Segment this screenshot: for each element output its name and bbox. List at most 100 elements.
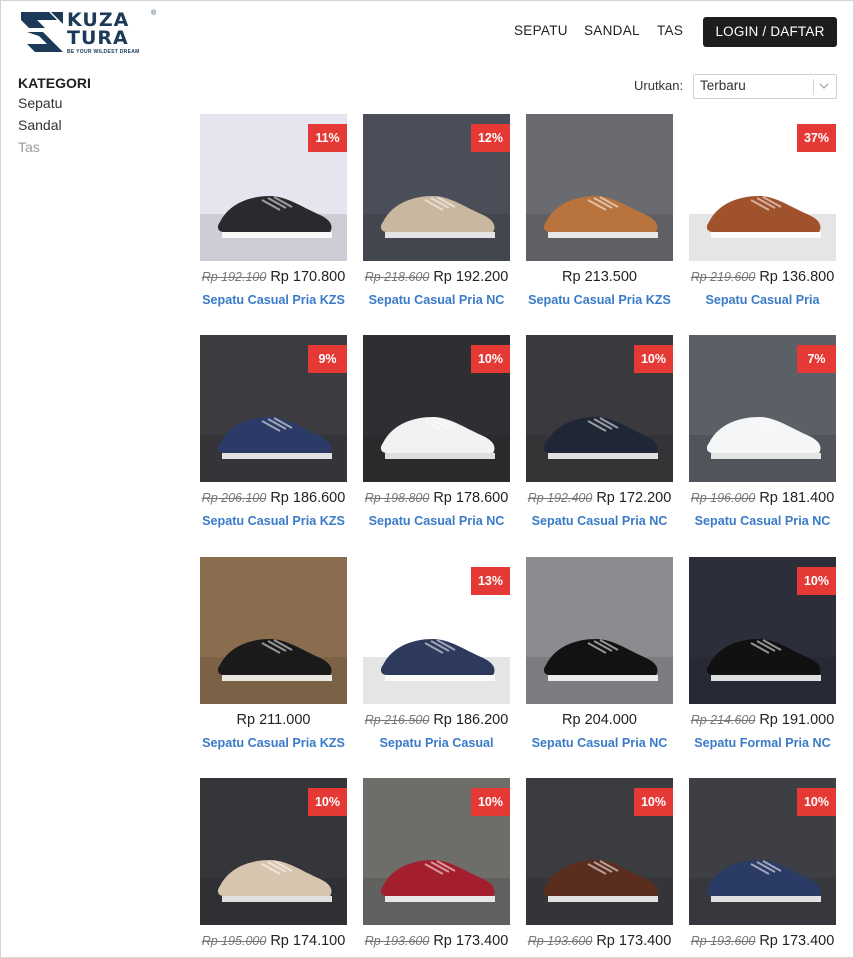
product-card[interactable]: 10% Rp 193.600 Rp 173.400 — [689, 778, 836, 949]
product-card[interactable]: 37% Rp 219.600 Rp 136.800 Sepatu Casual Pri… — [689, 114, 836, 307]
nav-link-sandal[interactable]: SANDAL — [584, 23, 640, 38]
original-price: Rp 195.000 — [201, 934, 267, 948]
product-card[interactable]: 12% Rp 218.600 Rp 192.200 Sepatu Casual Pri… — [363, 114, 510, 307]
product-image[interactable]: 10% — [526, 335, 673, 482]
product-image[interactable]: 13% — [363, 557, 510, 704]
category-item-tas[interactable]: Tas — [18, 136, 178, 158]
discount-badge: 11% — [308, 124, 347, 152]
category-item-sepatu[interactable]: Sepatu — [18, 92, 178, 114]
product-card[interactable]: Rp 213.500 Sepatu Casual Pria KZS — [526, 114, 673, 307]
sale-price: Rp 173.400 — [596, 933, 672, 949]
discount-badge: 9% — [308, 345, 347, 373]
original-price: Rp 192.100 — [201, 270, 267, 284]
product-card[interactable]: 10% Rp 214.600 Rp 191.000 Sepatu Formal Pri… — [689, 557, 836, 750]
sale-price: Rp 173.400 — [433, 933, 509, 949]
product-name-link[interactable]: Sepatu Casual Pria NC — [514, 514, 685, 528]
sort-label: Urutkan: — [634, 78, 684, 93]
product-image[interactable]: 9% — [200, 335, 347, 482]
product-card[interactable]: 10% Rp 195.000 Rp 174.100 — [200, 778, 347, 949]
discount-badge: 13% — [471, 567, 510, 595]
sale-price: Rp 172.200 — [596, 490, 672, 506]
product-image[interactable]: 10% — [526, 778, 673, 925]
product-image[interactable]: 10% — [200, 778, 347, 925]
price-row: Rp 192.400 Rp 172.200 — [514, 490, 685, 506]
sale-price: Rp 186.600 — [270, 490, 346, 506]
product-image[interactable]: 11% — [200, 114, 347, 261]
product-image[interactable]: 37% — [689, 114, 836, 261]
original-price: Rp 216.500 — [364, 713, 430, 727]
price-row: Rp 198.800 Rp 178.600 — [351, 490, 522, 506]
sale-price: Rp 170.800 — [270, 269, 346, 285]
product-card[interactable]: Rp 211.000 Sepatu Casual Pria KZS — [200, 557, 347, 750]
price-row: Rp 219.600 Rp 136.800 — [677, 269, 848, 285]
product-image[interactable]: 10% — [363, 778, 510, 925]
brand-tagline: BE YOUR WILDEST DREAM — [67, 49, 140, 55]
product-card[interactable]: 13% Rp 216.500 Rp 186.200 Sepatu Pria Casua… — [363, 557, 510, 750]
product-name-link[interactable]: Sepatu Casual Pria KZS — [188, 736, 359, 750]
discount-badge: 10% — [471, 345, 510, 373]
sale-price: Rp 211.000 — [236, 712, 311, 728]
product-name-link[interactable]: Sepatu Pria Casual — [351, 736, 522, 750]
sort-select[interactable]: Terbaru — [693, 74, 837, 99]
registered-mark: ® — [151, 10, 157, 17]
shoe-photo-icon — [200, 557, 347, 704]
category-item-sandal[interactable]: Sandal — [18, 114, 178, 136]
product-card[interactable]: 10% Rp 193.600 Rp 173.400 — [363, 778, 510, 949]
product-name-link[interactable]: Sepatu Casual Pria KZS — [188, 293, 359, 307]
original-price: Rp 198.800 — [364, 491, 430, 505]
product-card[interactable]: Rp 204.000 Sepatu Casual Pria NC — [526, 557, 673, 750]
product-image[interactable]: 7% — [689, 335, 836, 482]
product-card[interactable]: 10% Rp 198.800 Rp 178.600 Sepatu Casual Pri… — [363, 335, 510, 528]
product-card[interactable]: 7% Rp 196.000 Rp 181.400 Sepatu Casual Pria… — [689, 335, 836, 528]
product-image[interactable] — [526, 557, 673, 704]
login-register-button[interactable]: LOGIN / DAFTAR — [703, 17, 837, 47]
header: KUZA TURA ® BE YOUR WILDEST DREAM SEPATU… — [1, 1, 853, 63]
brand-logo[interactable]: KUZA TURA ® BE YOUR WILDEST DREAM — [19, 10, 156, 56]
discount-badge: 10% — [308, 788, 347, 816]
sale-price: Rp 191.000 — [759, 712, 835, 728]
category-title: KATEGORI — [18, 75, 91, 91]
product-image[interactable]: 10% — [689, 778, 836, 925]
product-name-link[interactable]: Sepatu Casual Pria NC — [351, 293, 522, 307]
product-image[interactable] — [200, 557, 347, 704]
discount-badge: 7% — [797, 345, 836, 373]
product-image[interactable] — [526, 114, 673, 261]
nav-link-sepatu[interactable]: SEPATU — [514, 23, 568, 38]
sale-price: Rp 204.000 — [562, 712, 637, 728]
product-name-link[interactable]: Sepatu Casual Pria NC — [514, 736, 685, 750]
sale-price: Rp 181.400 — [759, 490, 835, 506]
chevron-down-icon — [819, 83, 829, 89]
logo-mark-icon — [21, 12, 63, 52]
product-image[interactable]: 12% — [363, 114, 510, 261]
product-card[interactable]: 10% Rp 193.600 Rp 173.400 — [526, 778, 673, 949]
product-name-link[interactable]: Sepatu Casual Pria — [677, 293, 848, 307]
original-price: Rp 214.600 — [690, 713, 756, 727]
original-price: Rp 206.100 — [201, 491, 267, 505]
sale-price: Rp 136.800 — [759, 269, 835, 285]
price-row: Rp 192.100 Rp 170.800 — [188, 269, 359, 285]
product-image[interactable]: 10% — [689, 557, 836, 704]
price-row: Rp 204.000 — [514, 712, 685, 728]
original-price: Rp 218.600 — [364, 270, 430, 284]
sale-price: Rp 173.400 — [759, 933, 835, 949]
price-row: Rp 211.000 — [188, 712, 359, 728]
nav-link-tas[interactable]: TAS — [657, 23, 683, 38]
product-image[interactable]: 10% — [363, 335, 510, 482]
product-card[interactable]: 11% Rp 192.100 Rp 170.800 Sepatu Casual Pri… — [200, 114, 347, 307]
sale-price: Rp 192.200 — [433, 269, 509, 285]
product-name-link[interactable]: Sepatu Casual Pria KZS — [188, 514, 359, 528]
price-row: Rp 193.600 Rp 173.400 — [351, 933, 522, 949]
discount-badge: 10% — [797, 567, 836, 595]
sale-price: Rp 186.200 — [433, 712, 509, 728]
product-name-link[interactable]: Sepatu Formal Pria NC — [677, 736, 848, 750]
price-row: Rp 218.600 Rp 192.200 — [351, 269, 522, 285]
product-card[interactable]: 10% Rp 192.400 Rp 172.200 Sepatu Casual Pri… — [526, 335, 673, 528]
product-name-link[interactable]: Sepatu Casual Pria KZS — [514, 293, 685, 307]
discount-badge: 10% — [634, 345, 673, 373]
product-name-link[interactable]: Sepatu Casual Pria NC — [677, 514, 848, 528]
product-name-link[interactable]: Sepatu Casual Pria NC — [351, 514, 522, 528]
original-price: Rp 193.600 — [527, 934, 593, 948]
product-card[interactable]: 9% Rp 206.100 Rp 186.600 Sepatu Casual Pria… — [200, 335, 347, 528]
brand-word-2: TURA — [67, 27, 129, 49]
original-price: Rp 196.000 — [690, 491, 756, 505]
